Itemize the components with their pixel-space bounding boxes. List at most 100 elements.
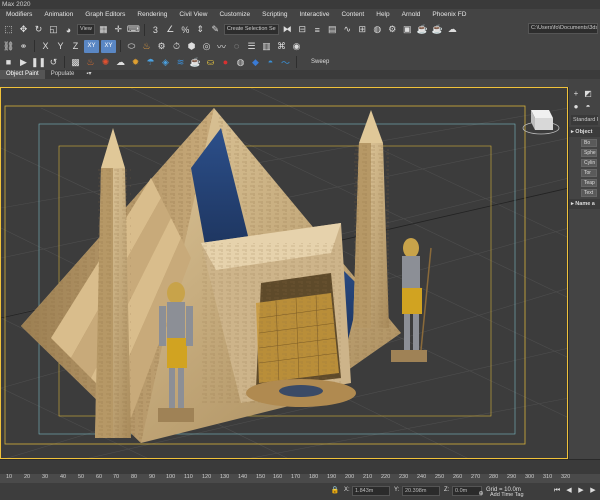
textplus-button[interactable]: Text [581,189,597,197]
primitive-type-dropdown[interactable]: Standard Pr [571,115,598,125]
menu-customize[interactable]: Customize [213,9,256,21]
fx-rain-icon[interactable]: ☂ [144,56,157,69]
menu-help[interactable]: Help [370,9,395,21]
align-icon[interactable]: ⊟ [296,23,309,36]
edit-named-selection-icon[interactable]: ✎ [209,23,222,36]
toggle-ribbon-icon[interactable]: ▤ [326,23,339,36]
fx-smoke-icon[interactable]: ☁ [114,56,127,69]
fx-emitter-icon[interactable]: ◆ [249,56,262,69]
ribbon-options-icon[interactable]: ▪▾ [80,70,97,79]
temple-entrance[interactable] [201,223,356,407]
play-animation-icon[interactable]: ▶ [576,486,586,496]
axis-z-button[interactable]: Z [69,40,82,53]
modify-tab-icon[interactable]: ◩ [583,89,593,98]
track-bar-ruler[interactable]: 10 20 30 40 50 60 70 80 90 100 110 120 1… [0,474,600,483]
render-teapot-icon[interactable]: ☕ [431,23,444,36]
tab-populate[interactable]: Populate [45,70,81,79]
fx-bucket-icon[interactable]: ⛀ [204,56,217,69]
rotate-icon[interactable]: ↻ [32,23,45,36]
sphere-button[interactable]: Sphe [581,149,597,157]
render-cloud-icon[interactable]: ☁ [446,23,459,36]
fx-ocean-icon[interactable]: ≋ [174,56,187,69]
x-coordinate-field[interactable]: 1.843m [352,486,390,496]
time-slider[interactable] [0,459,600,474]
tool-wave-icon[interactable]: 〰 [215,40,228,53]
viewcube[interactable] [522,110,560,135]
fx-flame-icon[interactable]: ✺ [99,56,112,69]
keyboard-shortcut-icon[interactable]: ⌨ [127,23,140,36]
perspective-viewport[interactable] [0,87,568,459]
restart-icon[interactable]: ↺ [47,56,60,69]
tool-fire-icon[interactable]: ♨ [140,40,153,53]
object-type-header[interactable]: ▸ Object [569,127,600,137]
fx-candle-icon[interactable]: ✹ [129,56,142,69]
fx-source-icon[interactable]: ◍ [234,56,247,69]
lock-icon[interactable]: 🔒 [330,486,340,496]
menu-rendering[interactable]: Rendering [131,9,173,21]
percent-snap-icon[interactable]: % [179,23,192,36]
pause-icon[interactable]: ❚❚ [31,56,46,69]
tool-link-icon[interactable]: ⌘ [275,40,288,53]
axis-x-button[interactable]: X [39,40,52,53]
time-tag-icon[interactable]: ⊕ [476,489,486,499]
fx-splash-icon[interactable]: ☕ [189,56,202,69]
select-manipulate-icon[interactable]: ✛ [112,23,125,36]
shapes-icon[interactable]: ◓ [583,102,593,111]
fx-water-icon[interactable]: ◓ [264,56,277,69]
menu-phoenix-fd[interactable]: Phoenix FD [426,9,472,21]
mirror-icon[interactable]: ⧓ [281,23,294,36]
reference-coordinate-dropdown[interactable]: View [77,24,95,35]
cylinder-button[interactable]: Cylin [581,159,597,167]
next-frame-icon[interactable]: ▶ [588,486,598,496]
fx-cube-icon[interactable]: ▩ [69,56,82,69]
unlink-icon[interactable]: ⚭ [17,40,30,53]
move-icon[interactable]: ✥ [17,23,30,36]
axis-xy-button[interactable]: XY [84,39,99,53]
menu-scripting[interactable]: Scripting [256,9,293,21]
fx-fire-icon[interactable]: ♨ [84,56,97,69]
scale-icon[interactable]: ◱ [47,23,60,36]
tool-object-icon[interactable]: ⬭ [125,40,138,53]
create-tab-icon[interactable]: + [571,89,581,98]
project-path-field[interactable]: C:\Users\fo\Documents\3ds Max [528,23,598,34]
menu-civil-view[interactable]: Civil View [173,9,213,21]
snap-3-icon[interactable]: 3 [149,23,162,36]
axis-y-button[interactable]: Y [54,40,67,53]
goto-start-icon[interactable]: ⏮ [552,486,562,496]
stop-icon[interactable]: ■ [2,56,15,69]
box-button[interactable]: Bo [581,139,597,147]
tool-swirl-icon[interactable]: ◌ [230,40,243,53]
name-color-header[interactable]: ▸ Name a [569,199,600,209]
tool-timer-icon[interactable]: ⏱ [170,40,183,53]
menu-arnold[interactable]: Arnold [396,9,427,21]
tool-stack-icon[interactable]: ☰ [245,40,258,53]
menu-interactive[interactable]: Interactive [293,9,335,21]
play-icon[interactable]: ▶ [17,56,30,69]
menu-graph-editors[interactable]: Graph Editors [79,9,131,21]
tool-target-icon[interactable]: ◉ [290,40,303,53]
fx-ball-icon[interactable]: ● [219,56,232,69]
teapot-button[interactable]: Teap [581,179,597,187]
add-time-tag-button[interactable]: Add Time Tag [490,492,524,498]
layer-icon[interactable]: ≡ [311,23,324,36]
curve-editor-icon[interactable]: ∿ [341,23,354,36]
menu-content[interactable]: Content [335,9,370,21]
geometry-icon[interactable]: ● [571,102,581,111]
select-icon[interactable]: ⬚ [2,23,15,36]
y-coordinate-field[interactable]: 20.398m [402,486,440,496]
tool-sphere-icon[interactable]: ◎ [200,40,213,53]
tool-gear-icon[interactable]: ⚙ [155,40,168,53]
tool-cube-icon[interactable]: ⬢ [185,40,198,53]
schematic-view-icon[interactable]: ⊞ [356,23,369,36]
torus-button[interactable]: Tor [581,169,597,177]
spinner-snap-icon[interactable]: ⇕ [194,23,207,36]
fx-drop-icon[interactable]: ◈ [159,56,172,69]
obelisk-left[interactable] [95,128,131,438]
place-icon[interactable]: ◕ [62,23,75,36]
prev-frame-icon[interactable]: ◀ [564,486,574,496]
material-editor-icon[interactable]: ◍ [371,23,384,36]
angle-snap-icon[interactable]: ∠ [164,23,177,36]
menu-modifiers[interactable]: Modifiers [0,9,38,21]
render-frame-icon[interactable]: ▣ [401,23,414,36]
menu-animation[interactable]: Animation [38,9,79,21]
